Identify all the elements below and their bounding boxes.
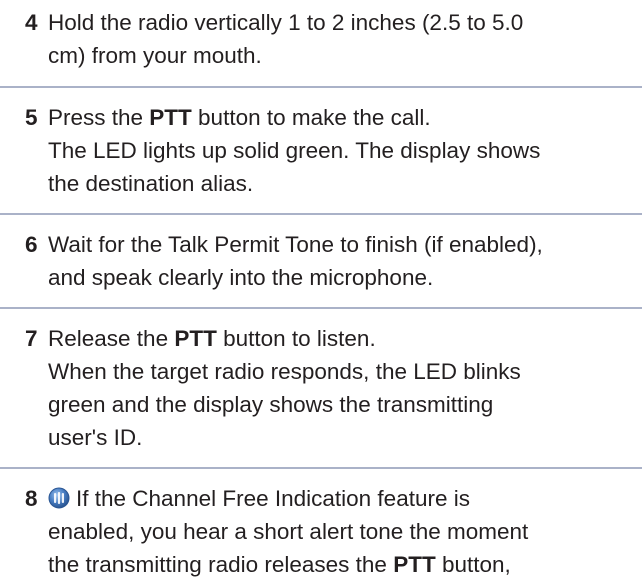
step-text-line: the transmitting radio releases the PTT …: [48, 548, 634, 581]
step-number: 4: [25, 10, 38, 35]
procedure-steps: 4 Hold the radio vertically 1 to 2 inche…: [0, 0, 642, 581]
step-8: 8 If the Channel Free Indication feature…: [0, 469, 642, 581]
step-text-line: Press the PTT button to make the call.: [48, 101, 634, 134]
step-text-line: If the Channel Free Indication feature i…: [48, 482, 634, 515]
step-7: 7 Release the PTT button to listen. When…: [0, 309, 642, 467]
step-text-line: Wait for the Talk Permit Tone to finish …: [48, 232, 543, 257]
step-text: the transmitting radio releases the: [48, 552, 394, 577]
step-text: If the Channel Free Indication feature i…: [76, 486, 470, 511]
step-text: button to make the call.: [191, 105, 431, 130]
step-number: 5: [25, 105, 38, 130]
step-text-line: When the target radio responds, the LED …: [48, 359, 521, 384]
step-text: Release the: [48, 326, 175, 351]
step-number: 8: [25, 486, 38, 511]
step-number: 6: [25, 232, 38, 257]
ptt-keyword: PTT: [393, 552, 436, 577]
step-text-line: user's ID.: [48, 425, 143, 450]
feature-globe-icon: [48, 485, 70, 509]
step-text: button,: [435, 552, 511, 577]
step-5: 5 Press the PTT button to make the call.…: [0, 88, 642, 213]
step-text-line: green and the display shows the transmit…: [48, 392, 494, 417]
step-text-line: enabled, you hear a short alert tone the…: [48, 519, 529, 544]
step-text-line: the destination alias.: [48, 171, 254, 196]
step-text-line: cm) from your mouth.: [48, 43, 262, 68]
step-text: button to listen.: [216, 326, 376, 351]
step-text-line: Hold the radio vertically 1 to 2 inches …: [48, 10, 524, 35]
ptt-keyword: PTT: [174, 326, 217, 351]
step-text: Press the: [48, 105, 150, 130]
step-text-line: Release the PTT button to listen.: [48, 322, 634, 355]
step-6: 6 Wait for the Talk Permit Tone to finis…: [0, 215, 642, 307]
step-4: 4 Hold the radio vertically 1 to 2 inche…: [0, 0, 642, 86]
step-text-line: and speak clearly into the microphone.: [48, 265, 434, 290]
ptt-keyword: PTT: [149, 105, 192, 130]
step-text-line: The LED lights up solid green. The displ…: [48, 138, 541, 163]
step-number: 7: [25, 326, 38, 351]
